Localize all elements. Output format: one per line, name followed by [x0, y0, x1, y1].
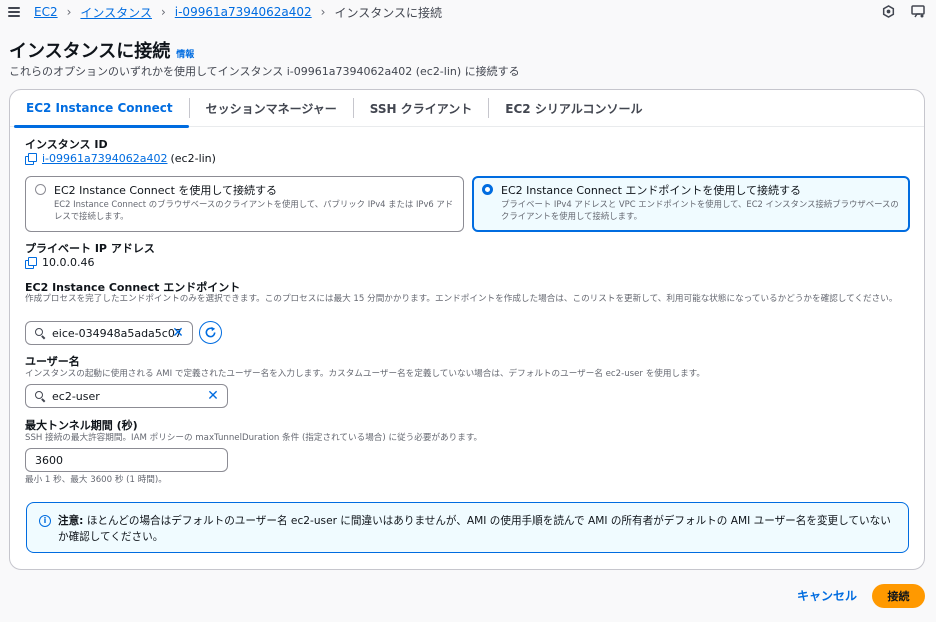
instance-id-link[interactable]: i-09961a7394062a402 [42, 152, 168, 165]
chevron-right-icon: › [320, 5, 326, 19]
option-instance-connect-endpoint[interactable]: EC2 Instance Connect エンドポイントを使用して接続する プラ… [472, 176, 910, 232]
radio-button[interactable] [35, 184, 46, 195]
tab-ssh-client[interactable]: SSH クライアント [354, 90, 489, 127]
breadcrumb-ec2[interactable]: EC2 [34, 5, 58, 19]
instance-name: (ec2-lin) [170, 152, 216, 165]
private-ip-label: プライベート IP アドレス [25, 242, 155, 255]
page-title: インスタンスに接続 [9, 41, 171, 62]
alert-text: 注意: ほとんどの場合はデフォルトのユーザー名 ec2-user に間違いはあり… [58, 513, 898, 545]
menu-icon[interactable] [8, 7, 20, 17]
option-title: EC2 Instance Connect を使用して接続する [54, 184, 278, 197]
feedback-icon[interactable] [910, 3, 926, 19]
tab-ec2-instance-connect[interactable]: EC2 Instance Connect [10, 90, 189, 128]
option-description: プライベート IPv4 アドレスと VPC エンドポイントを使用して、EC2 イ… [501, 199, 899, 221]
instance-id-row: i-09961a7394062a402 (ec2-lin) [25, 152, 216, 165]
page-description: これらのオプションのいずれかを使用してインスタンス i-09961a739406… [9, 65, 520, 78]
endpoint-select[interactable]: eice-034948a5ada5c07 ✕ [25, 321, 193, 345]
username-description: インスタンスの起動に使用される AMI で定義されたユーザー名を入力します。カス… [25, 369, 705, 379]
tunnel-duration-value: 3600 [35, 453, 63, 467]
breadcrumb-instance-id[interactable]: i-09961a7394062a402 [175, 5, 312, 19]
option-title: EC2 Instance Connect エンドポイントを使用して接続する [501, 184, 802, 197]
option-instance-connect[interactable]: EC2 Instance Connect を使用して接続する EC2 Insta… [25, 176, 464, 232]
endpoint-description: 作成プロセスを完了したエンドポイントのみを選択できます。このプロセスには最大 1… [25, 294, 898, 304]
info-icon: i [39, 515, 51, 527]
tunnel-duration-description: SSH 接続の最大許容期間。IAM ポリシーの maxTunnelDuratio… [25, 433, 483, 443]
tab-ec2-serial-console[interactable]: EC2 シリアルコンソール [489, 90, 658, 127]
radio-button-selected[interactable] [482, 184, 493, 195]
alert-prefix: 注意: [58, 515, 84, 527]
endpoint-value: eice-034948a5ada5c07 [52, 326, 182, 340]
chevron-right-icon: › [66, 5, 72, 19]
info-alert: i 注意: ほとんどの場合はデフォルトのユーザー名 ec2-user に間違いは… [26, 502, 909, 553]
top-bar: EC2 › インスタンス › i-09961a7394062a402 › インス… [0, 0, 936, 24]
breadcrumb: EC2 › インスタンス › i-09961a7394062a402 › インス… [34, 4, 442, 21]
username-input[interactable]: ec2-user ✕ [25, 384, 228, 408]
username-label: ユーザー名 [25, 355, 80, 368]
tunnel-duration-input[interactable]: 3600 [25, 448, 228, 472]
clear-icon[interactable]: ✕ [207, 389, 219, 403]
search-icon [35, 391, 45, 401]
alert-message: ほとんどの場合はデフォルトのユーザー名 ec2-user に間違いはありませんが… [58, 515, 891, 543]
refresh-icon [205, 326, 216, 338]
tunnel-duration-hint: 最小 1 秒、最大 3600 秒 (1 時間)。 [25, 475, 167, 485]
settings-icon[interactable] [880, 3, 896, 19]
copy-icon[interactable] [25, 153, 37, 165]
tunnel-duration-label: 最大トンネル期間 (秒) [25, 419, 138, 432]
breadcrumb-current: インスタンスに接続 [334, 5, 443, 20]
instance-id-label: インスタンス ID [25, 138, 108, 151]
copy-icon[interactable] [25, 257, 37, 269]
connect-panel: EC2 Instance Connect セッションマネージャー SSH クライ… [9, 89, 925, 570]
username-value: ec2-user [52, 389, 100, 403]
search-icon [35, 328, 45, 338]
option-description: EC2 Instance Connect のブラウザベースのクライアントを使用し… [54, 199, 454, 221]
cancel-button[interactable]: キャンセル [797, 587, 857, 604]
tab-list: EC2 Instance Connect セッションマネージャー SSH クライ… [10, 90, 924, 128]
private-ip-row: 10.0.0.46 [25, 256, 94, 269]
clear-icon[interactable]: ✕ [172, 326, 184, 340]
breadcrumb-instances[interactable]: インスタンス [80, 4, 152, 21]
page-header: インスタンスに接続 情報 [9, 37, 194, 63]
refresh-button[interactable] [199, 321, 222, 344]
chevron-right-icon: › [160, 5, 166, 19]
private-ip-value: 10.0.0.46 [42, 256, 95, 269]
connect-button[interactable]: 接続 [872, 584, 925, 608]
tab-session-manager[interactable]: セッションマネージャー [190, 90, 353, 127]
info-link[interactable]: 情報 [176, 47, 194, 60]
